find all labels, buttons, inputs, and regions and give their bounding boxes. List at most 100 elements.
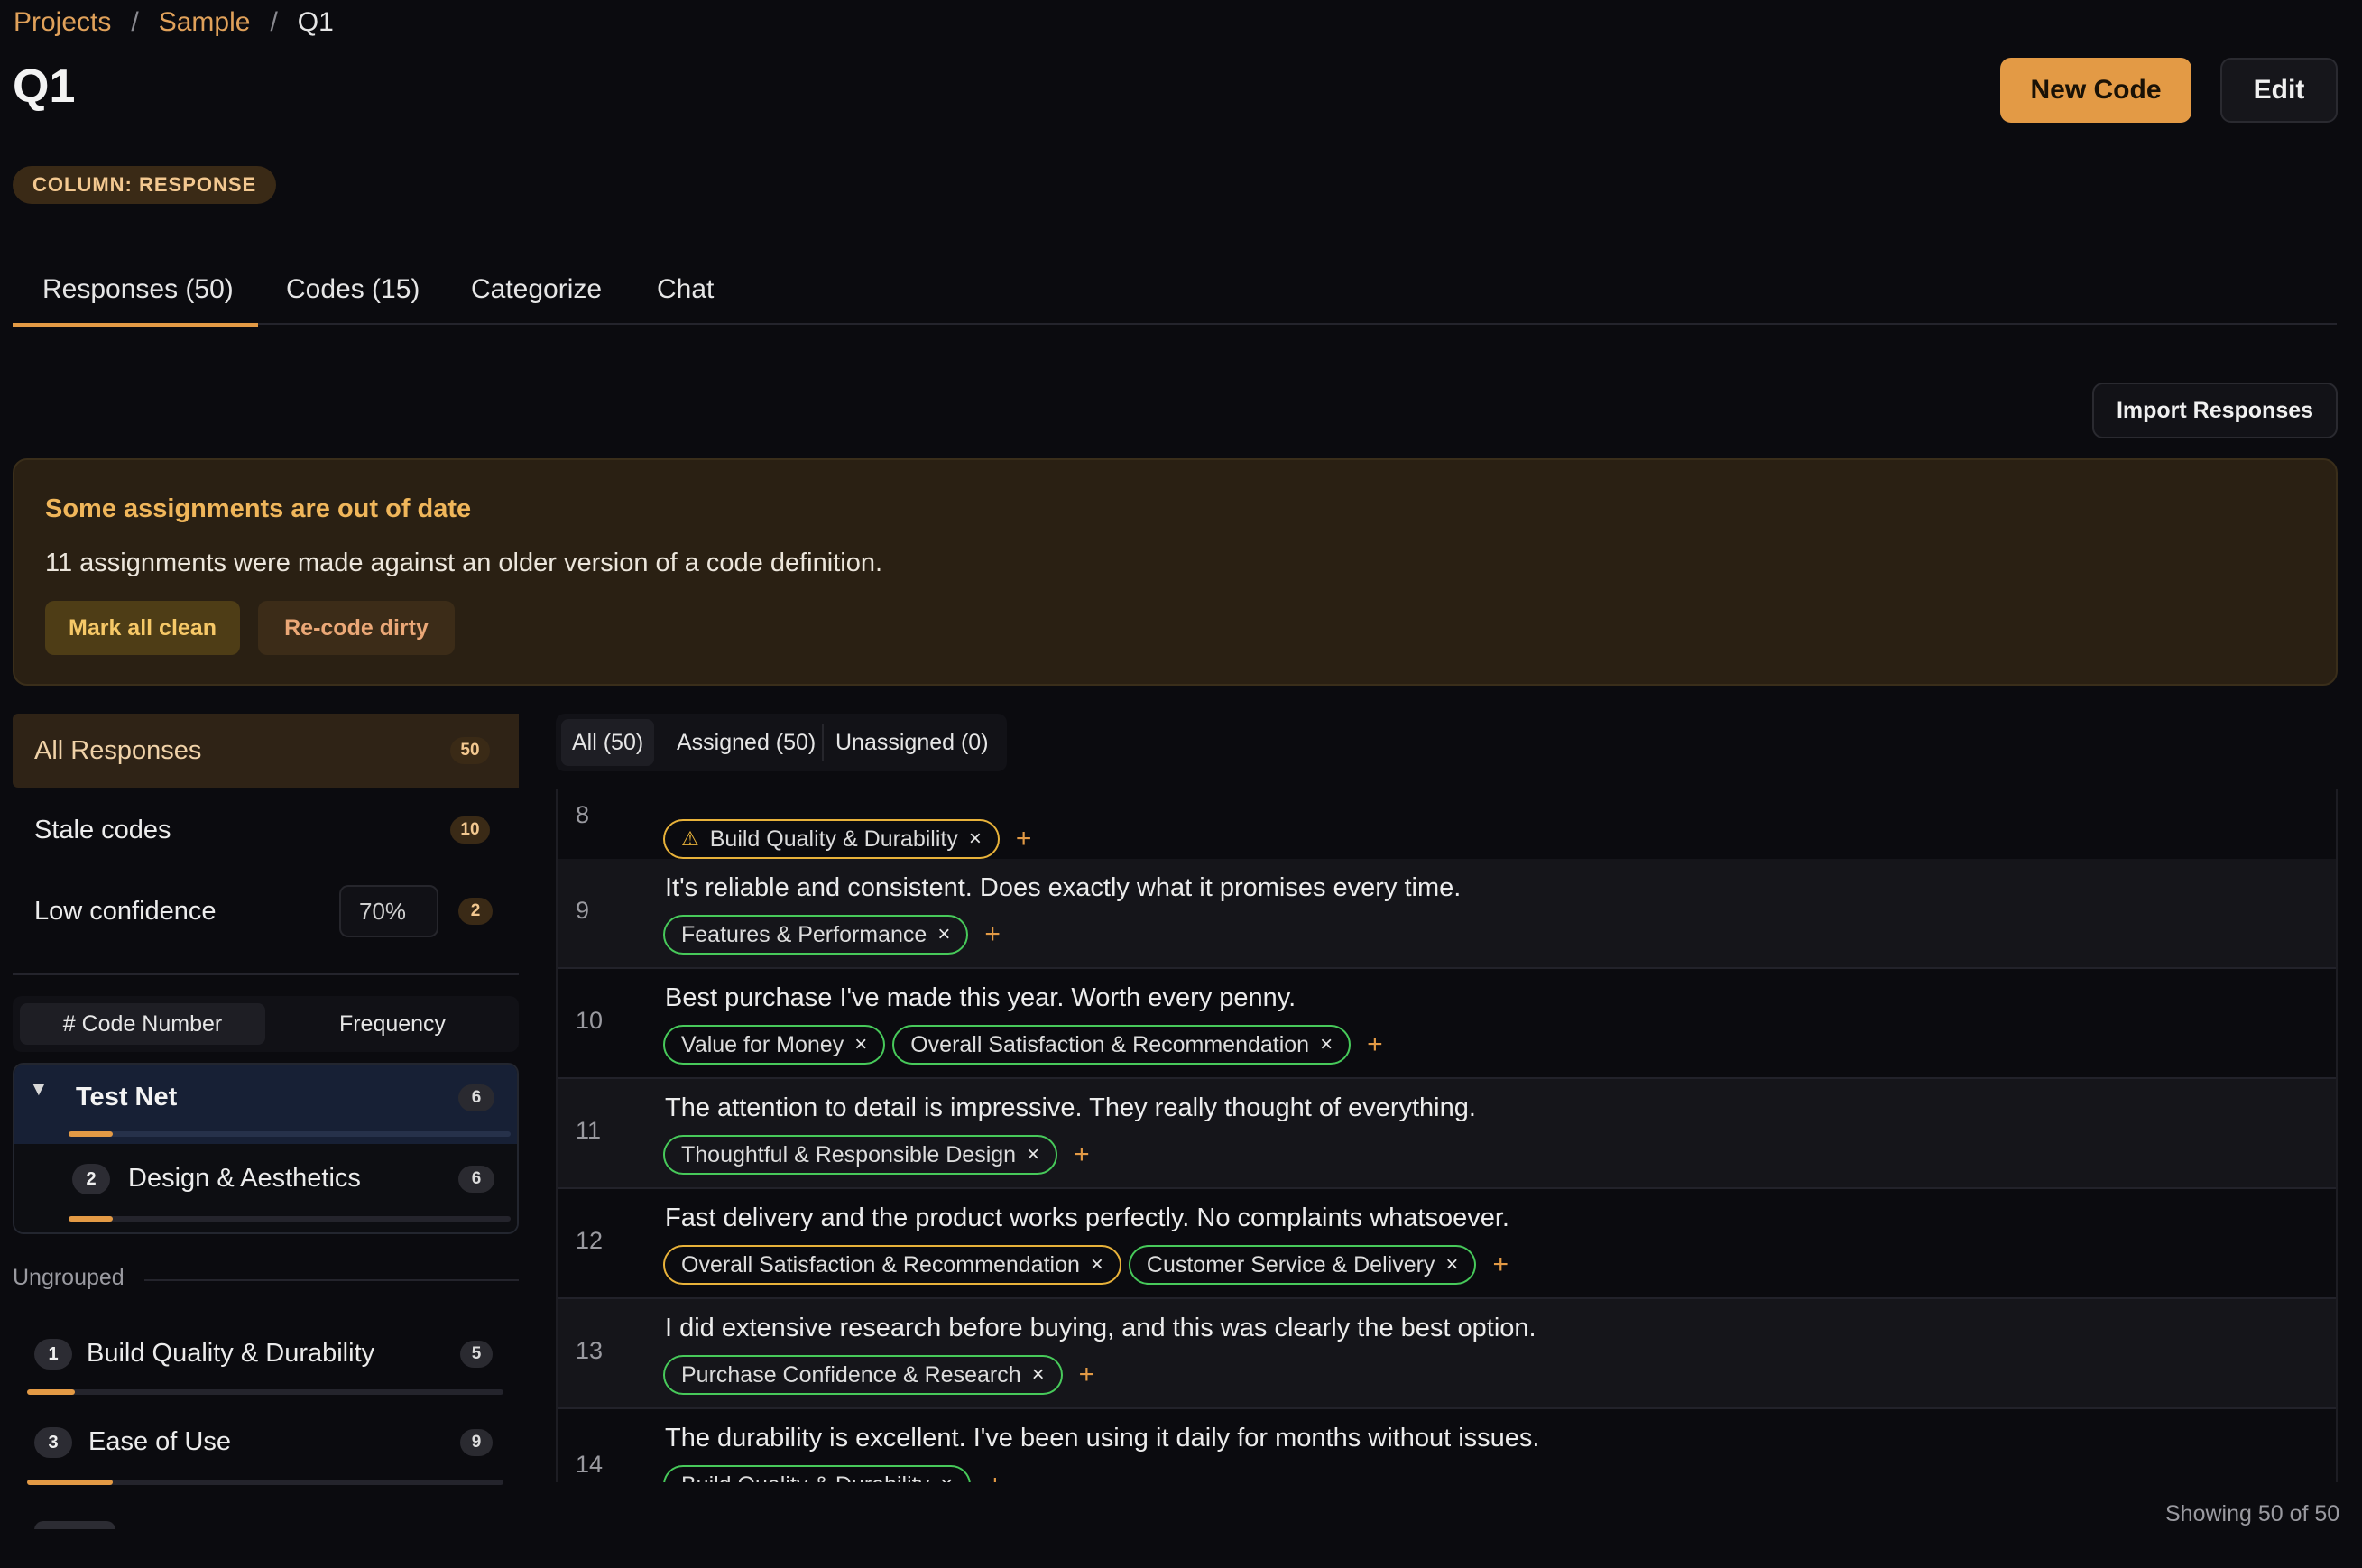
close-icon[interactable]: × bbox=[969, 826, 982, 852]
response-text: It's reliable and consistent. Does exact… bbox=[665, 873, 1462, 902]
code-count: 9 bbox=[460, 1429, 493, 1456]
response-number: 12 bbox=[576, 1227, 604, 1254]
code-count: 5 bbox=[460, 1341, 493, 1368]
response-number: 13 bbox=[576, 1337, 604, 1364]
code-frequency-fill bbox=[69, 1216, 113, 1222]
add-code-icon[interactable]: + bbox=[1074, 1139, 1090, 1170]
breadcrumb-separator: / bbox=[270, 7, 278, 37]
response-text: The durability is excellent. I've been u… bbox=[665, 1424, 1540, 1453]
code-chip-list: Features & Performance × + bbox=[663, 915, 1001, 955]
code-item-design-aesthetics[interactable]: 2 Design & Aesthetics 6 bbox=[14, 1144, 517, 1232]
edit-button[interactable]: Edit bbox=[2220, 58, 2338, 123]
code-chip-list: Purchase Confidence & Research × + bbox=[663, 1355, 1094, 1395]
response-row[interactable]: 12 Fast delivery and the product works pe… bbox=[558, 1189, 2336, 1299]
code-item-ease-of-use[interactable]: 3 Ease of Use 9 bbox=[13, 1398, 519, 1489]
add-code-icon[interactable]: + bbox=[987, 1470, 1003, 1482]
response-row[interactable]: 10 Best purchase I've made this year. Wor… bbox=[558, 969, 2336, 1079]
breadcrumb-separator: / bbox=[131, 7, 139, 37]
add-code-icon[interactable]: + bbox=[1016, 824, 1032, 854]
code-chip[interactable]: Thoughtful & Responsible Design × bbox=[663, 1135, 1058, 1175]
code-item-build-quality[interactable]: 1 Build Quality & Durability 5 bbox=[13, 1308, 519, 1398]
sort-toggle: # Code Number Frequency bbox=[13, 996, 519, 1052]
filter-all[interactable]: All (50) bbox=[561, 719, 655, 766]
add-code-icon[interactable]: + bbox=[1079, 1360, 1095, 1390]
sort-frequency[interactable]: Frequency bbox=[274, 1003, 511, 1045]
code-chip[interactable]: Purchase Confidence & Research × bbox=[663, 1355, 1063, 1395]
add-code-icon[interactable]: + bbox=[984, 919, 1001, 950]
close-icon[interactable]: × bbox=[937, 922, 950, 947]
close-icon[interactable]: × bbox=[1445, 1252, 1458, 1277]
response-number: 11 bbox=[576, 1117, 602, 1144]
mark-all-clean-button[interactable]: Mark all clean bbox=[45, 601, 240, 655]
code-frequency-bar bbox=[69, 1216, 511, 1222]
breadcrumb-projects[interactable]: Projects bbox=[14, 7, 111, 38]
code-frequency-bar bbox=[27, 1480, 503, 1485]
response-list[interactable]: 8 ⚠ Build Quality & Durability × +9 It's reli… bbox=[556, 789, 2338, 1482]
code-chip[interactable]: Features & Performance × bbox=[663, 915, 969, 955]
filter-unassigned[interactable]: Unassigned (0) bbox=[825, 719, 1000, 766]
recode-dirty-button[interactable]: Re-code dirty bbox=[258, 601, 455, 655]
net-name: Test Net bbox=[76, 1083, 178, 1111]
import-responses-button[interactable]: Import Responses bbox=[2092, 383, 2338, 438]
code-chip[interactable]: Overall Satisfaction & Recommendation × bbox=[892, 1025, 1352, 1065]
code-chip[interactable]: Customer Service & Delivery × bbox=[1128, 1245, 1477, 1285]
close-icon[interactable]: × bbox=[940, 1472, 953, 1482]
tab-responses[interactable]: Responses (50) bbox=[13, 267, 258, 327]
confidence-threshold-input[interactable]: 70% bbox=[339, 885, 438, 937]
net-frequency-bar bbox=[69, 1131, 511, 1137]
code-number-badge-partial bbox=[34, 1521, 115, 1529]
code-chip[interactable]: Value for Money × bbox=[663, 1025, 886, 1065]
tab-bar: Responses (50) Codes (15) Categorize Cha… bbox=[13, 267, 2337, 327]
response-row[interactable]: 11 The attention to detail is impressive.… bbox=[558, 1079, 2336, 1189]
response-text: The attention to detail is impressive. T… bbox=[665, 1093, 1476, 1122]
code-chip-list: Overall Satisfaction & Recommendation × Cu… bbox=[663, 1245, 1509, 1285]
code-frequency-bar bbox=[27, 1389, 503, 1395]
code-chip-list: Thoughtful & Responsible Design × + bbox=[663, 1135, 1090, 1175]
net-group-test-net: ▼ Test Net 6 2 Design & Aesthetics 6 bbox=[13, 1063, 519, 1234]
code-count: 6 bbox=[458, 1166, 494, 1193]
breadcrumb-sample[interactable]: Sample bbox=[159, 7, 251, 38]
code-chip-label: Overall Satisfaction & Recommendation bbox=[910, 1031, 1310, 1057]
filter-stale-codes[interactable]: Stale codes 10 bbox=[13, 794, 519, 866]
code-chip-label: Customer Service & Delivery bbox=[1146, 1251, 1435, 1277]
close-icon[interactable]: × bbox=[1091, 1252, 1103, 1277]
tab-codes[interactable]: Codes (15) bbox=[286, 267, 420, 325]
code-chip-list: Build Quality & Durability × + bbox=[663, 1465, 1003, 1482]
close-icon[interactable]: × bbox=[854, 1032, 867, 1057]
close-icon[interactable]: × bbox=[1027, 1142, 1039, 1167]
breadcrumb: Projects / Sample / Q1 bbox=[14, 7, 334, 38]
ungrouped-divider bbox=[144, 1279, 519, 1281]
new-code-button[interactable]: New Code bbox=[2000, 58, 2191, 123]
tab-chat[interactable]: Chat bbox=[657, 267, 714, 325]
add-code-icon[interactable]: + bbox=[1492, 1250, 1509, 1280]
breadcrumb-current: Q1 bbox=[297, 7, 334, 37]
code-chip-label: Value for Money bbox=[681, 1031, 844, 1057]
column-badge: COLUMN: RESPONSE bbox=[13, 166, 277, 204]
close-icon[interactable]: × bbox=[1032, 1362, 1045, 1388]
response-row[interactable]: 14 The durability is excellent. I've been… bbox=[558, 1409, 2336, 1482]
tab-categorize[interactable]: Categorize bbox=[471, 267, 602, 325]
filter-assigned[interactable]: Assigned (50) bbox=[666, 719, 826, 766]
sort-code-number[interactable]: # Code Number bbox=[20, 1003, 265, 1045]
filter-low-confidence[interactable]: Low confidence 2 bbox=[13, 875, 519, 947]
filter-divider bbox=[822, 724, 824, 761]
code-chip[interactable]: Build Quality & Durability × bbox=[663, 1465, 972, 1482]
code-chip[interactable]: Overall Satisfaction & Recommendation × bbox=[663, 1245, 1121, 1285]
code-chip[interactable]: ⚠ Build Quality & Durability × bbox=[663, 819, 1000, 859]
net-header[interactable]: ▼ Test Net 6 bbox=[14, 1065, 517, 1144]
code-number-badge: 1 bbox=[34, 1339, 72, 1370]
code-name: Design & Aesthetics bbox=[128, 1164, 361, 1193]
low-confidence-label: Low confidence bbox=[34, 896, 217, 926]
code-chip-label: Overall Satisfaction & Recommendation bbox=[681, 1251, 1080, 1277]
close-icon[interactable]: × bbox=[1320, 1032, 1333, 1057]
filter-all-responses[interactable]: All Responses 50 bbox=[13, 714, 519, 788]
add-code-icon[interactable]: + bbox=[1367, 1029, 1383, 1060]
chevron-down-icon[interactable]: ▼ bbox=[29, 1077, 49, 1101]
response-number: 10 bbox=[576, 1007, 604, 1034]
response-text: I did extensive research before buying, … bbox=[665, 1314, 1536, 1342]
response-text: Fast delivery and the product works perf… bbox=[665, 1204, 1509, 1232]
response-row[interactable]: 13 I did extensive research before buying… bbox=[558, 1299, 2336, 1409]
code-chip-list: ⚠ Build Quality & Durability × + bbox=[663, 819, 1031, 859]
code-frequency-fill bbox=[27, 1480, 114, 1485]
response-row[interactable]: 9 It's reliable and consistent. Does exac… bbox=[558, 859, 2336, 969]
